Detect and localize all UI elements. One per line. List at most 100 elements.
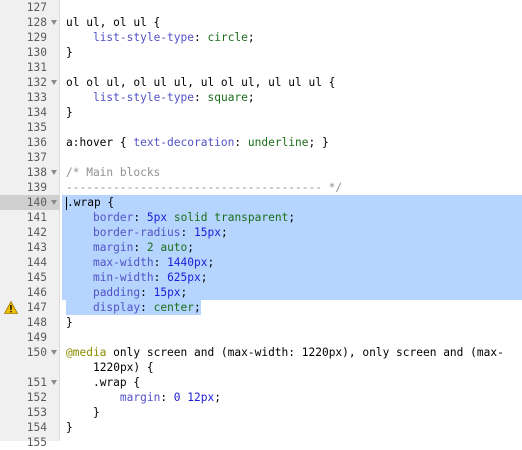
code-line[interactable]: 129 list-style-type: circle; bbox=[0, 30, 522, 45]
line-number: 143 bbox=[26, 241, 47, 254]
code-token: : bbox=[153, 256, 168, 269]
code-text[interactable]: } bbox=[66, 45, 73, 60]
gutter-cell: 144 bbox=[0, 255, 60, 270]
code-line[interactable]: 130} bbox=[0, 45, 522, 60]
code-token: 1220px) { bbox=[93, 361, 154, 374]
gutter-cell: 127 bbox=[0, 0, 60, 15]
code-token: display bbox=[92, 301, 141, 314]
code-text[interactable]: margin: 0 12px; bbox=[66, 390, 221, 405]
code-line[interactable]: 147 display: center; bbox=[0, 300, 522, 315]
code-line[interactable]: 153 } bbox=[0, 405, 522, 420]
fold-toggle-icon[interactable] bbox=[51, 350, 57, 355]
code-line[interactable]: 128 ul ul, ol ul { bbox=[0, 15, 522, 30]
code-line[interactable]: 154} bbox=[0, 420, 522, 435]
code-text[interactable]: ol ol ul, ol ul ul, ul ol ul, ul ul ul { bbox=[66, 75, 335, 90]
code-text[interactable]: list-style-type: square; bbox=[66, 90, 255, 105]
code-text[interactable]: a:hover { text-decoration: underline; } bbox=[66, 135, 329, 150]
code-line[interactable]: 143 margin: 2 auto; bbox=[0, 240, 522, 255]
gutter-cell: 132 bbox=[0, 75, 60, 90]
code-line[interactable]: 152 margin: 0 12px; bbox=[0, 390, 522, 405]
code-text[interactable]: padding: 15px; bbox=[66, 285, 187, 300]
code-token: ; bbox=[194, 301, 201, 314]
code-text[interactable]: list-style-type: circle; bbox=[66, 30, 255, 45]
line-number: 140 bbox=[26, 196, 47, 209]
code-editor[interactable]: 127 128 ul ul, ol ul {129 list-style-type:… bbox=[0, 0, 522, 449]
code-text[interactable]: } bbox=[66, 105, 73, 120]
code-text[interactable]: min-width: 625px; bbox=[66, 270, 208, 285]
fold-toggle-icon[interactable] bbox=[51, 20, 57, 25]
gutter-cell: 134 bbox=[0, 105, 60, 120]
gutter-cell: 138 bbox=[0, 165, 60, 180]
code-text[interactable]: border: 5px solid transparent; bbox=[66, 210, 295, 225]
code-text[interactable]: display: center; bbox=[66, 300, 201, 315]
code-token: ; bbox=[214, 391, 221, 404]
code-line[interactable]: 135 bbox=[0, 120, 522, 135]
code-line[interactable]: 133 list-style-type: square; bbox=[0, 90, 522, 105]
gutter-cell: 136 bbox=[0, 135, 60, 150]
code-line[interactable]: 131 bbox=[0, 60, 522, 75]
code-text[interactable]: margin: 2 auto; bbox=[66, 240, 194, 255]
gutter-cell: 148 bbox=[0, 315, 60, 330]
code-token: ; bbox=[207, 256, 215, 269]
code-line[interactable]: 144 max-width: 1440px; bbox=[0, 255, 522, 270]
code-token: padding bbox=[92, 286, 141, 299]
code-token: : bbox=[160, 391, 174, 404]
code-text[interactable]: border-radius: 15px; bbox=[66, 225, 228, 240]
code-line[interactable]: 139 -------------------------------------… bbox=[0, 180, 522, 195]
code-line[interactable]: 149 bbox=[0, 330, 522, 345]
warning-icon[interactable] bbox=[4, 301, 18, 314]
code-text[interactable]: max-width: 1440px; bbox=[66, 255, 214, 270]
code-text[interactable]: } bbox=[66, 405, 100, 420]
code-token: only screen and (max-width: 1220px), onl… bbox=[106, 346, 504, 359]
code-token: border-radius bbox=[92, 226, 181, 239]
code-token: : bbox=[234, 136, 248, 149]
code-token: 15px bbox=[194, 226, 221, 239]
code-text[interactable]: .wrap { bbox=[66, 375, 140, 390]
code-line[interactable]: 1220px) { bbox=[0, 360, 522, 375]
fold-toggle-icon[interactable] bbox=[51, 170, 57, 175]
code-token: center bbox=[153, 301, 195, 314]
code-line[interactable]: 136 a:hover { text-decoration: underline;… bbox=[0, 135, 522, 150]
code-text[interactable]: } bbox=[66, 315, 73, 330]
code-text[interactable]: -------------------------------------- *… bbox=[66, 180, 342, 195]
line-number: 135 bbox=[26, 121, 47, 134]
code-text[interactable]: .wrap { bbox=[66, 195, 114, 210]
code-line[interactable]: 155 bbox=[0, 435, 522, 450]
line-number: 127 bbox=[26, 1, 47, 14]
gutter-cell: 143 bbox=[0, 240, 60, 255]
code-line[interactable]: 138 /* Main blocks bbox=[0, 165, 522, 180]
fold-toggle-icon[interactable] bbox=[51, 380, 57, 385]
fold-toggle-icon[interactable] bbox=[51, 200, 57, 205]
code-text[interactable]: @media only screen and (max-width: 1220p… bbox=[66, 345, 504, 360]
code-line[interactable]: 150 @media only screen and (max-width: 12… bbox=[0, 345, 522, 360]
line-number: 149 bbox=[26, 331, 47, 344]
code-token: : bbox=[180, 226, 194, 239]
code-line[interactable]: 151 .wrap { bbox=[0, 375, 522, 390]
gutter-cell: 151 bbox=[0, 375, 60, 390]
code-line[interactable]: 140 .wrap { bbox=[0, 195, 522, 210]
code-text[interactable]: /* Main blocks bbox=[66, 165, 160, 180]
code-line[interactable]: 148} bbox=[0, 315, 522, 330]
gutter-cell: 152 bbox=[0, 390, 60, 405]
code-line[interactable]: 127 bbox=[0, 0, 522, 15]
code-token: : bbox=[153, 271, 168, 284]
code-line[interactable]: 142 border-radius: 15px; bbox=[0, 225, 522, 240]
code-line[interactable]: 145 min-width: 625px; bbox=[0, 270, 522, 285]
gutter-cell: 139 bbox=[0, 180, 60, 195]
code-line[interactable]: 137 bbox=[0, 150, 522, 165]
code-text[interactable]: 1220px) { bbox=[93, 360, 154, 375]
code-line[interactable]: 146 padding: 15px; bbox=[0, 285, 522, 300]
code-token: 15px bbox=[153, 286, 181, 299]
code-token: ; bbox=[288, 211, 296, 224]
code-line[interactable]: 141 border: 5px solid transparent; bbox=[0, 210, 522, 225]
code-text[interactable]: } bbox=[66, 420, 73, 435]
fold-toggle-icon[interactable] bbox=[51, 80, 57, 85]
code-line[interactable]: 134} bbox=[0, 105, 522, 120]
line-number: 129 bbox=[26, 31, 47, 44]
code-text[interactable]: ul ul, ol ul { bbox=[66, 15, 160, 30]
code-line[interactable]: 132 ol ol ul, ol ul ul, ul ol ul, ul ul u… bbox=[0, 75, 522, 90]
